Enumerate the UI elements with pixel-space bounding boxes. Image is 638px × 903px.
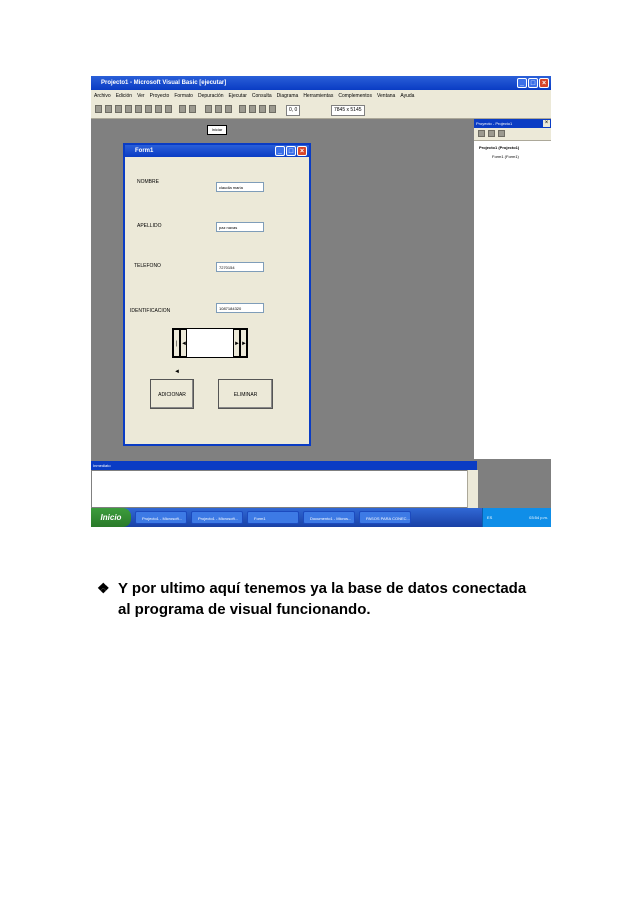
iniciar-tooltip: Iniciar — [207, 125, 227, 135]
menu-ejecutar[interactable]: Ejecutar — [229, 93, 247, 99]
toggle-folders-icon[interactable] — [498, 130, 505, 137]
menu-complementos[interactable]: Complementos — [338, 93, 372, 99]
toolbar-icon[interactable] — [115, 105, 122, 113]
position-readout: 0, 0 — [286, 105, 301, 116]
form1-title: Form1 — [135, 148, 154, 154]
identificacion-label: IDENTIFICACION — [130, 308, 171, 314]
project-toolbar — [474, 128, 551, 141]
window-titlebar: Projecto1 - Microsoft Visual Basic [ejec… — [91, 76, 551, 90]
apellido-input[interactable]: paz navas — [216, 222, 264, 232]
close-icon[interactable]: × — [543, 120, 550, 127]
maximize-icon[interactable]: □ — [528, 78, 538, 88]
window-title: Projecto1 - Microsoft Visual Basic [ejec… — [101, 80, 227, 86]
immediate-title: Inmediato — [91, 461, 477, 470]
maximize-icon[interactable]: □ — [286, 146, 296, 156]
size-readout: 7845 x 5145 — [331, 105, 365, 116]
project-explorer-title-text: Proyecto - Projecto1 — [476, 121, 513, 126]
close-icon[interactable]: × — [297, 146, 307, 156]
menu-proyecto[interactable]: Proyecto — [150, 93, 170, 99]
immediate-title-text: Inmediato — [93, 463, 111, 468]
data-control: |◄ ◄ ► ►| — [172, 328, 249, 375]
toolbar-icon[interactable] — [155, 105, 162, 113]
menu-consulta[interactable]: Consulta — [252, 93, 272, 99]
taskbar-item[interactable]: PASOS PARA CONEC... — [359, 511, 411, 524]
form1-window: Form1 _ □ × NOMBRE claudia maria APELLID… — [123, 143, 311, 446]
view-object-icon[interactable] — [488, 130, 495, 137]
project-explorer: Proyecto - Projecto1 × Projecto1 (Project… — [473, 119, 551, 459]
toolbar-icon[interactable] — [95, 105, 102, 113]
menu-depuracion[interactable]: Depuración — [198, 93, 224, 99]
diamond-bullet-icon: ❖ — [97, 580, 110, 596]
toolbar-icon[interactable] — [239, 105, 246, 113]
taskbar-item[interactable]: Form1 — [247, 511, 299, 524]
taskbar-item[interactable]: Projecto1 - Microsoft... — [191, 511, 243, 524]
menu-bar: Archivo Edición Ver Proyecto Formato Depuraci… — [91, 90, 551, 102]
stop-icon[interactable] — [225, 105, 232, 113]
taskbar-item[interactable]: Projecto1 - Microsoft... — [135, 511, 187, 524]
last-record-icon[interactable]: ►| — [240, 329, 249, 357]
menu-ventana[interactable]: Ventana — [377, 93, 395, 99]
minimize-icon[interactable]: _ — [517, 78, 527, 88]
immediate-window[interactable] — [91, 470, 477, 508]
toolbar-icon[interactable] — [165, 105, 172, 113]
toolbar-icon[interactable] — [249, 105, 256, 113]
system-tray: ES 03:54 p.m. — [482, 508, 551, 527]
prev-record-icon[interactable]: ◄ — [180, 329, 187, 357]
adicionar-button[interactable]: ADICIONAR — [150, 379, 194, 409]
identificacion-input[interactable]: 1087184320 — [216, 303, 264, 313]
caption-paragraph: ❖ Y por ultimo aquí tenemos ya la base d… — [97, 578, 538, 620]
menu-ayuda[interactable]: Ayuda — [400, 93, 414, 99]
menu-herramientas[interactable]: Herramientas — [303, 93, 333, 99]
clock: 03:54 p.m. — [529, 515, 548, 520]
form1-titlebar: Form1 _ □ × — [125, 145, 309, 157]
toolbar-icon[interactable] — [259, 105, 266, 113]
immediate-scrollbar[interactable] — [467, 470, 478, 508]
taskbar-item[interactable]: Documento1 - Micros... — [303, 511, 355, 524]
nombre-label: NOMBRE — [137, 179, 159, 185]
nombre-input[interactable]: claudia maria — [216, 182, 264, 192]
pause-icon[interactable] — [215, 105, 222, 113]
next-record-icon[interactable]: ► — [233, 329, 240, 357]
run-icon[interactable] — [205, 105, 212, 113]
menu-edicion[interactable]: Edición — [116, 93, 132, 99]
language-indicator[interactable]: ES — [487, 508, 492, 527]
toolbar-icon[interactable] — [105, 105, 112, 113]
vb-screenshot: Projecto1 - Microsoft Visual Basic [ejec… — [91, 76, 551, 527]
toolbar-icon[interactable] — [145, 105, 152, 113]
toolbar-icon[interactable] — [269, 105, 276, 113]
menu-diagrama[interactable]: Diagrama — [277, 93, 299, 99]
telefono-input[interactable]: 7270154 — [216, 262, 264, 272]
eliminar-button[interactable]: ELIMINAR — [218, 379, 273, 409]
tree-root[interactable]: Projecto1 (Projecto1) — [479, 145, 519, 150]
view-code-icon[interactable] — [478, 130, 485, 137]
caption-text: Y por ultimo aquí tenemos ya la base de … — [118, 580, 527, 618]
tree-form1[interactable]: Form1 (Form1) — [492, 154, 519, 159]
toolbar-icon[interactable] — [189, 105, 196, 113]
taskbar: Inicio Projecto1 - Microsoft... Projecto… — [91, 508, 551, 527]
minimize-icon[interactable]: _ — [275, 146, 285, 156]
close-icon[interactable]: × — [539, 78, 549, 88]
first-record-icon[interactable]: |◄ — [173, 329, 180, 375]
menu-ver[interactable]: Ver — [137, 93, 145, 99]
toolbar-icon[interactable] — [179, 105, 186, 113]
menu-formato[interactable]: Formato — [174, 93, 193, 99]
start-button[interactable]: Inicio — [91, 508, 131, 527]
project-explorer-title: Proyecto - Projecto1 × — [474, 119, 551, 128]
toolbar-icon[interactable] — [125, 105, 132, 113]
telefono-label: TELEFONO — [134, 263, 161, 269]
toolbar: 0, 0 7845 x 5145 — [91, 102, 551, 119]
menu-archivo[interactable]: Archivo — [94, 93, 111, 99]
apellido-label: APELLIDO — [137, 223, 162, 229]
toolbar-icon[interactable] — [135, 105, 142, 113]
